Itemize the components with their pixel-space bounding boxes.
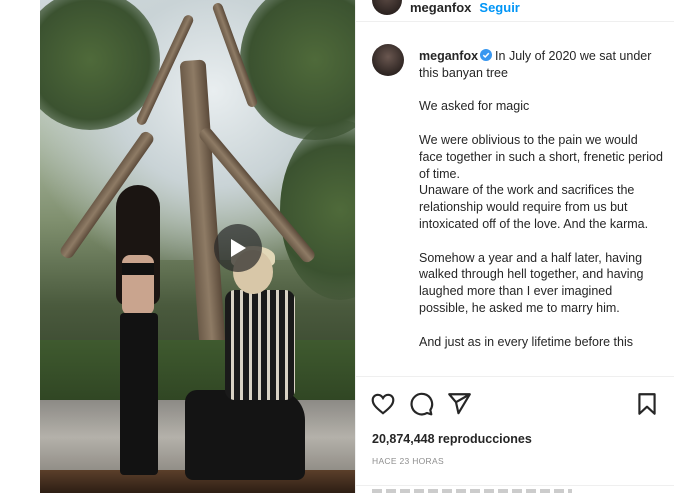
add-comment-strip[interactable] bbox=[356, 485, 674, 493]
heart-icon[interactable] bbox=[370, 391, 396, 417]
play-icon bbox=[231, 239, 246, 257]
bookmark-icon[interactable] bbox=[634, 391, 660, 417]
caption-paragraph: We asked for magic bbox=[419, 99, 530, 114]
action-bar: 20,874,448 reproducciones HACE 23 HORAS bbox=[356, 376, 674, 493]
post-timestamp[interactable]: HACE 23 HORAS bbox=[372, 456, 444, 466]
avatar[interactable] bbox=[372, 0, 402, 15]
send-icon[interactable] bbox=[446, 391, 472, 417]
post-header: meganfox Seguir bbox=[356, 0, 674, 22]
verified-badge-icon bbox=[480, 49, 493, 61]
caption-paragraph: And just as in every lifetime before thi… bbox=[419, 334, 633, 349]
caption-paragraph: We were oblivious to the pain we would f… bbox=[419, 132, 663, 181]
caption-paragraph: Somehow a year and a half later, having … bbox=[419, 250, 644, 315]
post-video[interactable] bbox=[40, 0, 355, 493]
post-side-panel: meganfox Seguir meganfox In July of 2020 … bbox=[355, 0, 674, 493]
caption-area: meganfox In July of 2020 we sat under thi… bbox=[356, 38, 674, 376]
woman-figure bbox=[108, 185, 168, 475]
caption-avatar[interactable] bbox=[372, 44, 404, 76]
comment-icon[interactable] bbox=[408, 391, 434, 417]
header-username[interactable]: meganfox bbox=[410, 0, 471, 15]
follow-button[interactable]: Seguir bbox=[479, 0, 519, 15]
view-count[interactable]: 20,874,448 reproducciones bbox=[372, 432, 532, 446]
play-button[interactable] bbox=[214, 224, 262, 272]
caption-text: meganfox In July of 2020 we sat under thi… bbox=[419, 48, 663, 350]
man-figure bbox=[185, 246, 335, 490]
caption-paragraph: Unaware of the work and sacrifices the r… bbox=[419, 183, 649, 231]
caption-username[interactable]: meganfox bbox=[419, 49, 478, 63]
